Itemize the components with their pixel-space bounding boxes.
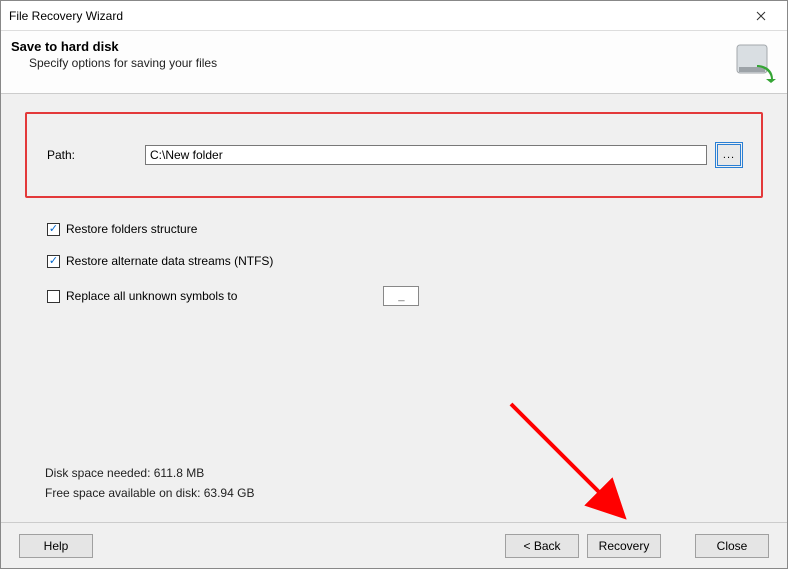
- checkbox-icon[interactable]: [47, 290, 60, 303]
- restore-folders-option[interactable]: ✓ Restore folders structure: [47, 222, 763, 236]
- window: File Recovery Wizard Save to hard disk S…: [0, 0, 788, 569]
- restore-ads-option[interactable]: ✓ Restore alternate data streams (NTFS): [47, 254, 763, 268]
- hard-disk-icon: [733, 39, 777, 83]
- close-button[interactable]: Close: [695, 534, 769, 558]
- path-label: Path:: [47, 148, 137, 162]
- header-text: Save to hard disk Specify options for sa…: [11, 37, 733, 83]
- checkbox-icon[interactable]: ✓: [47, 255, 60, 268]
- back-button[interactable]: < Back: [505, 534, 579, 558]
- titlebar: File Recovery Wizard: [1, 1, 787, 31]
- close-icon[interactable]: [739, 1, 783, 31]
- options: ✓ Restore folders structure ✓ Restore al…: [47, 222, 763, 306]
- disk-free-label: Free space available on disk: 63.94 GB: [45, 486, 254, 500]
- help-button[interactable]: Help: [19, 534, 93, 558]
- annotation-arrow-icon: [501, 394, 661, 534]
- body: Path: ... ✓ Restore folders structure ✓ …: [1, 94, 787, 522]
- disk-needed-label: Disk space needed: 611.8 MB: [45, 466, 254, 480]
- header: Save to hard disk Specify options for sa…: [1, 31, 787, 93]
- restore-ads-label: Restore alternate data streams (NTFS): [66, 254, 273, 268]
- restore-folders-label: Restore folders structure: [66, 222, 197, 236]
- replace-symbol-input[interactable]: _: [383, 286, 419, 306]
- page-title: Save to hard disk: [11, 39, 733, 54]
- browse-button[interactable]: ...: [717, 144, 741, 166]
- path-section: Path: ...: [25, 112, 763, 198]
- checkbox-icon[interactable]: ✓: [47, 223, 60, 236]
- page-subtitle: Specify options for saving your files: [29, 56, 733, 70]
- footer: Help < Back Recovery Close: [1, 522, 787, 568]
- status-block: Disk space needed: 611.8 MB Free space a…: [45, 466, 254, 506]
- recovery-button[interactable]: Recovery: [587, 534, 661, 558]
- path-input[interactable]: [145, 145, 707, 165]
- window-title: File Recovery Wizard: [9, 9, 739, 23]
- replace-symbols-label: Replace all unknown symbols to: [66, 289, 237, 303]
- replace-symbols-option[interactable]: Replace all unknown symbols to _: [47, 286, 763, 306]
